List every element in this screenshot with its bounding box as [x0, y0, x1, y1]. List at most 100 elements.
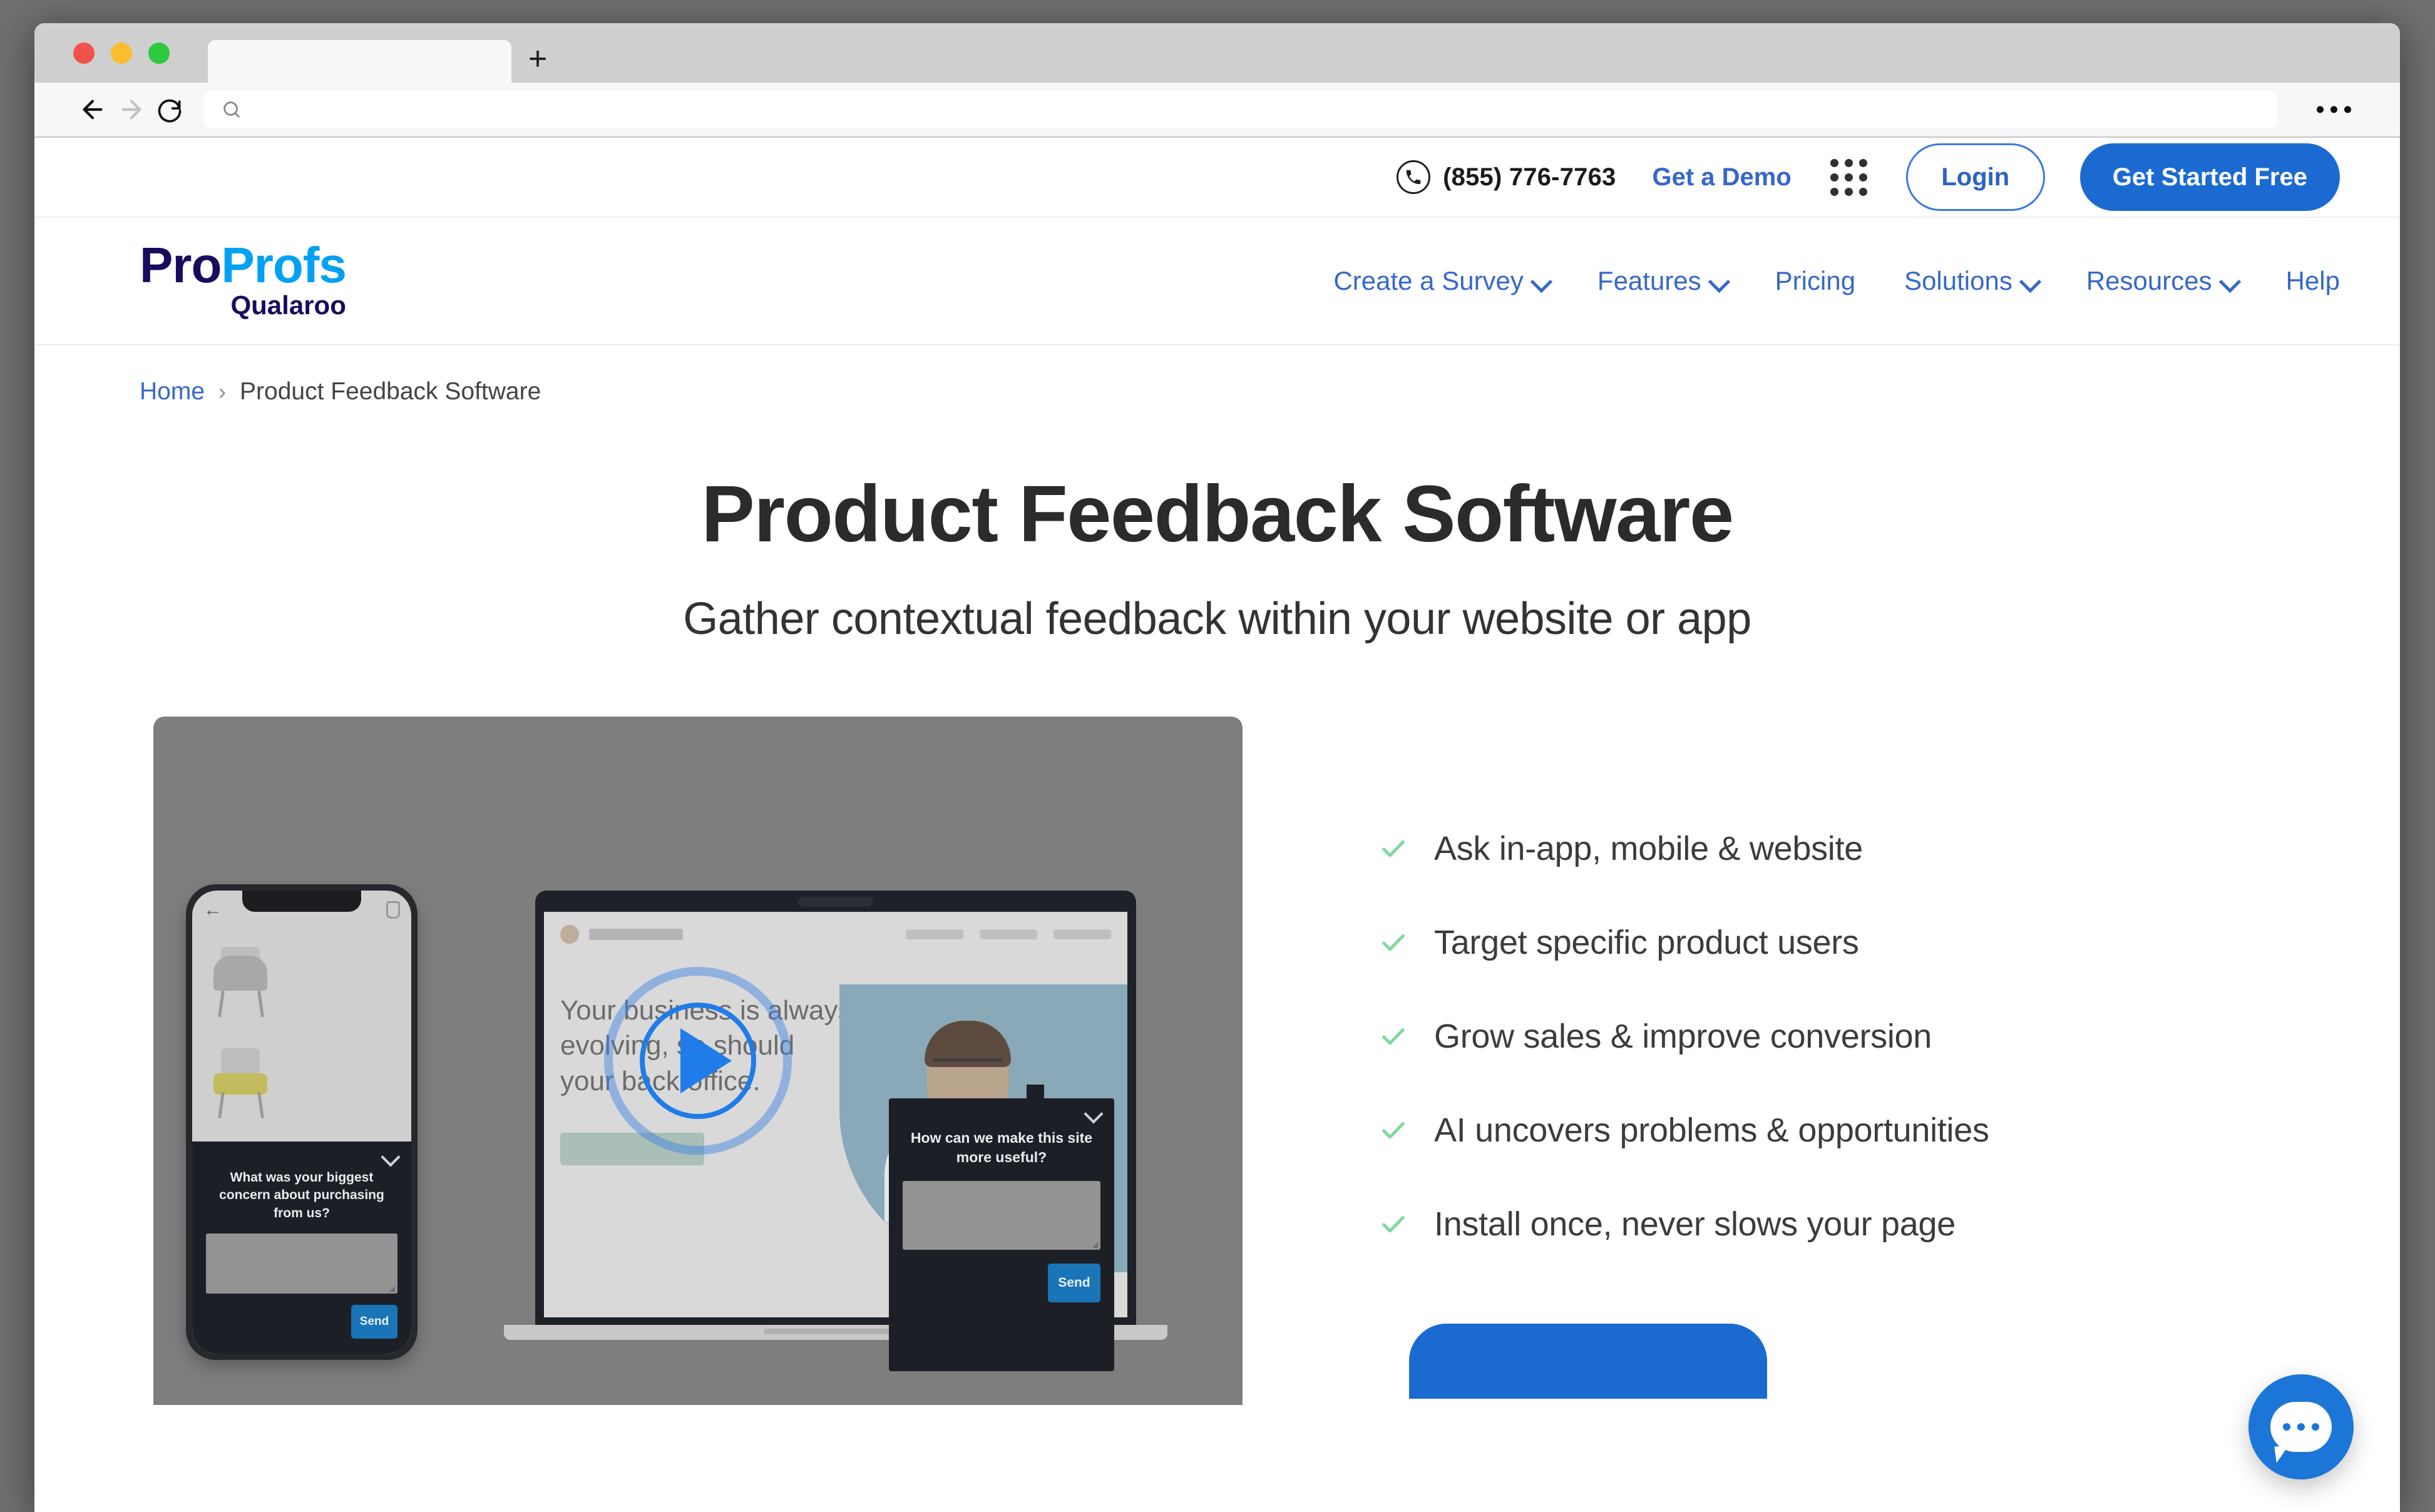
phone-number: (855) 776-7763 [1443, 163, 1616, 191]
feature-label: AI uncovers problems & opportunities [1434, 1111, 1989, 1149]
phone-mockup: ← What was your biggest concern about pu… [186, 884, 418, 1360]
reload-icon[interactable] [151, 90, 190, 129]
desktop-background: + (855) 776-7763 Get a Demo Login Get St… [0, 0, 2435, 1512]
nav-label: Solutions [1904, 266, 2012, 295]
breadcrumb: Home › Product Feedback Software [34, 345, 2400, 406]
address-bar[interactable] [203, 91, 2277, 128]
maximize-window-button[interactable] [148, 42, 170, 64]
feature-item: Ask in-app, mobile & website [1379, 829, 1989, 868]
demo-nav-item [980, 929, 1037, 939]
chat-bubble-icon [2270, 1402, 2332, 1452]
page-viewport: (855) 776-7763 Get a Demo Login Get Star… [34, 138, 2400, 1512]
browser-tabstrip: + [34, 23, 2400, 83]
chevron-down-icon[interactable] [382, 1150, 397, 1165]
floating-survey-widget[interactable]: How can we make this site more useful? S… [889, 1098, 1114, 1371]
feature-item: Install once, never slows your page [1379, 1205, 1989, 1244]
phone-back-icon: ← [203, 899, 222, 920]
phone-product-item [192, 1031, 411, 1132]
new-tab-icon[interactable]: + [521, 43, 554, 75]
logo-qualaroo-text: Qualaroo [230, 290, 346, 320]
check-icon [1382, 934, 1405, 951]
chevron-down-icon [1532, 273, 1549, 289]
chevron-down-icon [1710, 273, 1726, 289]
survey-question: How can we make this site more useful? [910, 1130, 1093, 1166]
demo-site-logo-icon [560, 925, 579, 944]
survey-question: What was your biggest concern about purc… [219, 1170, 384, 1220]
check-icon [1382, 1215, 1405, 1233]
nav-label: Create a Survey [1333, 266, 1524, 295]
nav-item-help[interactable]: Help [2286, 266, 2340, 296]
nav-item-resources[interactable]: Resources [2086, 266, 2237, 296]
feature-label: Ask in-app, mobile & website [1434, 830, 1863, 867]
browser-window: + (855) 776-7763 Get a Demo Login Get St… [34, 23, 2400, 1512]
nav-item-pricing[interactable]: Pricing [1775, 266, 1855, 296]
breadcrumb-separator: › [218, 379, 227, 404]
breadcrumb-current-page: Product Feedback Software [240, 378, 541, 405]
chevron-down-icon [2021, 273, 2038, 289]
phone-notch [242, 891, 361, 912]
nav-item-features[interactable]: Features [1597, 266, 1726, 296]
demo-site-cta-button [1053, 929, 1111, 939]
hero-cta-button[interactable] [1409, 1324, 1767, 1399]
demo-site-header [544, 912, 1127, 957]
chevron-down-icon [2221, 273, 2237, 289]
feature-label: Grow sales & improve conversion [1434, 1018, 1932, 1055]
phone-product-item [192, 929, 411, 1031]
login-button[interactable]: Login [1905, 143, 2045, 211]
proprofs-qualaroo-logo[interactable]: ProProfs Qualaroo [140, 240, 347, 320]
page-title: Product Feedback Software [701, 469, 1734, 559]
survey-answer-textarea[interactable] [903, 1181, 1100, 1250]
feature-item: Target specific product users [1379, 923, 1989, 962]
nav-item-solutions[interactable]: Solutions [1904, 266, 2038, 296]
product-video-thumbnail[interactable]: Your business is always evolving, so sho… [153, 717, 1243, 1405]
survey-send-button[interactable]: Send [351, 1305, 397, 1339]
check-icon [1382, 1121, 1405, 1139]
logo-pro-text: Pro [140, 237, 222, 294]
apps-grid-icon[interactable] [1830, 158, 1867, 196]
phone-screen: ← What was your biggest concern about pu… [192, 891, 411, 1354]
overflow-menu-icon[interactable] [2317, 106, 2351, 113]
phone-survey-widget[interactable]: What was your biggest concern about purc… [192, 1141, 411, 1354]
chevron-down-icon[interactable] [1085, 1107, 1100, 1122]
laptop-camera [798, 897, 873, 907]
phone-icon [1397, 160, 1431, 194]
survey-answer-textarea[interactable] [206, 1234, 397, 1294]
breadcrumb-home-link[interactable]: Home [140, 378, 205, 406]
feature-list: Ask in-app, mobile & website Target spec… [1243, 717, 1989, 1405]
nav-label: Pricing [1775, 266, 1856, 295]
nav-item-create-a-survey[interactable]: Create a Survey [1333, 266, 1548, 296]
get-started-free-button[interactable]: Get Started Free [2079, 143, 2340, 211]
nav-label: Resources [2086, 266, 2212, 295]
laptop-base-notch [764, 1329, 908, 1334]
nav-label: Help [2285, 266, 2340, 295]
hero-columns: Your business is always evolving, so sho… [34, 645, 2400, 1405]
video-mockup-scene: Your business is always evolving, so sho… [153, 717, 1243, 1405]
feature-item: AI uncovers problems & opportunities [1379, 1111, 1989, 1150]
check-icon [1382, 1028, 1405, 1045]
person-glasses [933, 1058, 1002, 1075]
site-header: ProProfs Qualaroo Create a Survey Featur… [34, 218, 2400, 345]
back-arrow-icon[interactable] [73, 90, 112, 129]
feature-item: Grow sales & improve conversion [1379, 1017, 1989, 1056]
phone-contact[interactable]: (855) 776-7763 [1397, 160, 1616, 194]
play-triangle [680, 1028, 732, 1093]
main-navigation: Create a Survey Features Pricing Solutio… [1333, 266, 2340, 296]
page-subtitle: Gather contextual feedback within your w… [683, 594, 1751, 644]
demo-site-logo-text [589, 929, 683, 940]
utility-bar: (855) 776-7763 Get a Demo Login Get Star… [34, 138, 2400, 218]
survey-send-button[interactable]: Send [1048, 1264, 1100, 1303]
chat-widget-button[interactable] [2248, 1374, 2354, 1479]
play-button-icon[interactable] [604, 967, 792, 1155]
logo-profs-text: Profs [221, 237, 346, 294]
demo-nav-item [906, 929, 963, 939]
feature-label: Install once, never slows your page [1434, 1205, 1956, 1243]
browser-tab[interactable] [208, 40, 511, 83]
browser-toolbar [34, 83, 2400, 138]
get-a-demo-link[interactable]: Get a Demo [1652, 163, 1791, 192]
minimize-window-button[interactable] [111, 42, 132, 64]
demo-site-nav [906, 929, 1111, 939]
feature-label: Target specific product users [1434, 924, 1859, 961]
forward-arrow-icon [112, 90, 151, 129]
close-window-button[interactable] [73, 42, 95, 64]
search-icon [223, 101, 240, 118]
